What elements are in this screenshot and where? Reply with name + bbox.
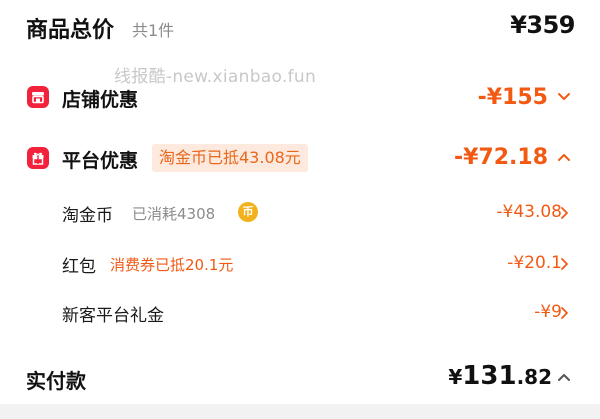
goods-total-price: ¥359 <box>510 11 575 39</box>
new-customer-gift-label: 新客平台礼金 <box>62 306 164 326</box>
platform-discount-label: 平台优惠 <box>62 150 139 172</box>
chevron-right-icon[interactable] <box>560 306 570 320</box>
item-count-label: 共1件 <box>132 21 175 40</box>
chevron-up-icon[interactable] <box>557 152 571 162</box>
chevron-right-icon[interactable] <box>560 206 570 220</box>
price-decimal: .82 <box>516 365 552 389</box>
taojinbi-deduction-badge: 淘金币已抵43.08元 <box>152 144 308 172</box>
store-icon <box>27 86 49 108</box>
taojinbi-label: 淘金币 <box>62 206 113 226</box>
platform-discount-value: -¥72.18 <box>453 145 548 170</box>
coupon-deduction-note: 消费券已抵20.1元 <box>110 256 234 274</box>
bottom-divider <box>0 404 600 419</box>
red-packet-value: -¥20.1 <box>507 253 562 273</box>
chevron-up-icon[interactable] <box>557 372 571 382</box>
chevron-right-icon[interactable] <box>560 257 570 271</box>
actual-payment-label: 实付款 <box>26 369 86 393</box>
store-discount-label: 店铺优惠 <box>62 89 139 111</box>
watermark-text: 线报酷-new.xianbao.fun <box>114 67 317 87</box>
coin-icon: 币 <box>238 202 258 222</box>
taojinbi-value: -¥43.08 <box>496 202 562 222</box>
store-discount-value: -¥155 <box>477 85 548 110</box>
currency-symbol: ¥ <box>448 365 463 389</box>
red-packet-label: 红包 <box>62 257 96 277</box>
goods-total-label: 商品总价 <box>26 18 115 43</box>
new-customer-gift-value: -¥9 <box>534 302 562 322</box>
gift-icon <box>27 147 49 169</box>
chevron-down-icon[interactable] <box>557 92 571 102</box>
actual-payment-price: ¥131.82 <box>448 361 552 391</box>
price-integer: 131 <box>462 361 517 391</box>
taojinbi-consumed-note: 已消耗4308 <box>132 205 216 223</box>
